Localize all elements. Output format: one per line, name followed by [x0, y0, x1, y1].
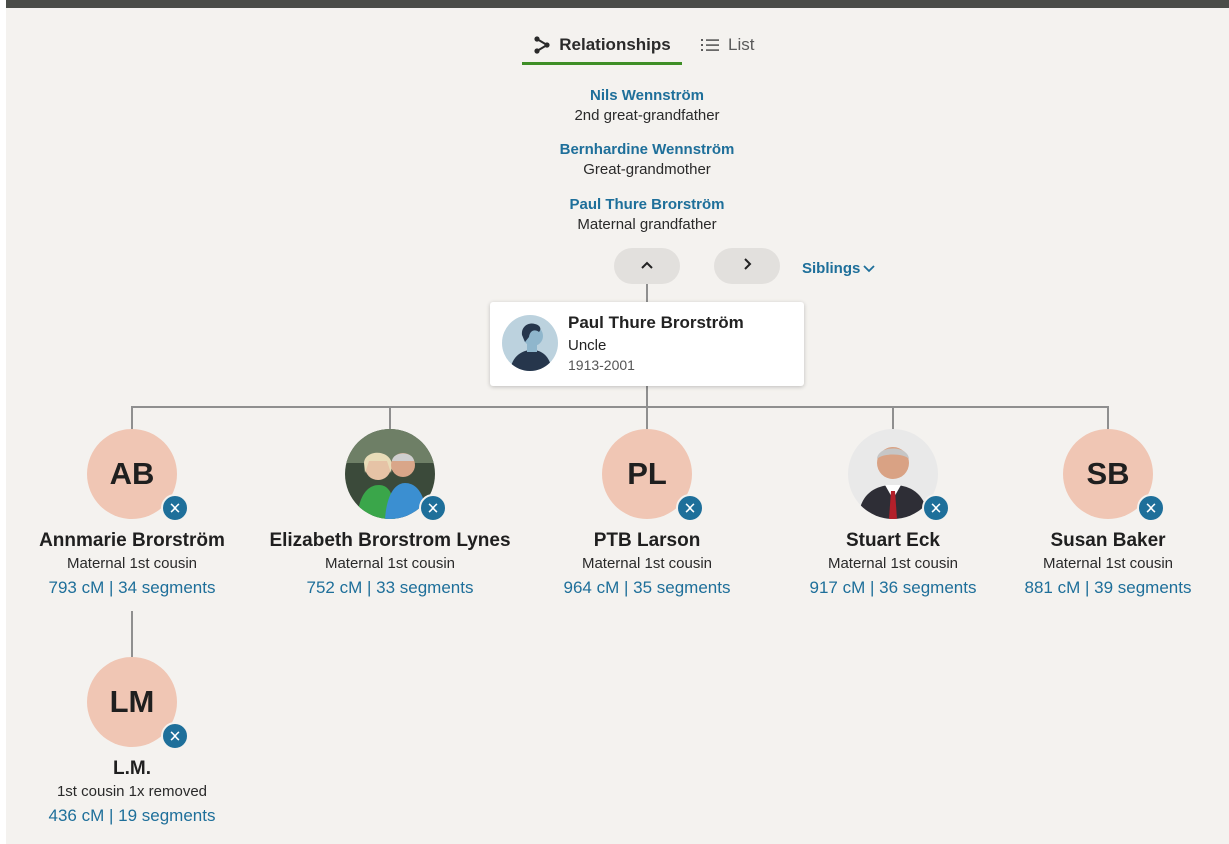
connector-line — [892, 406, 894, 430]
tab-list-label: List — [728, 35, 755, 54]
focus-person-years: 1913-2001 — [568, 357, 635, 373]
ancestor-name[interactable]: Paul Thure Brorström — [447, 196, 847, 213]
shared-dna-link[interactable]: 436 cM | 19 segments — [0, 806, 282, 826]
relative-relation: Maternal 1st cousin — [324, 555, 456, 572]
ancestor-item: Paul Thure Brorström Maternal grandfathe… — [447, 196, 847, 233]
ancestor-relation: Great-grandmother — [583, 161, 711, 178]
connector-line — [646, 406, 648, 430]
ancestor-item: Nils Wennström 2nd great-grandfather — [447, 87, 847, 124]
relative-name[interactable]: L.M. — [0, 758, 282, 780]
dna-icon — [419, 494, 447, 522]
dna-icon — [161, 722, 189, 750]
next-sibling-button[interactable] — [714, 248, 780, 284]
tab-list[interactable]: List — [700, 28, 766, 62]
focus-person-card[interactable]: Paul Thure Brorström Uncle 1913-2001 — [490, 302, 804, 386]
ancestor-name[interactable]: Bernhardine Wennström — [447, 141, 847, 158]
avatar — [502, 315, 558, 371]
connector-line — [131, 406, 133, 430]
connector-line — [389, 406, 391, 430]
dna-icon — [676, 494, 704, 522]
chevron-down-icon — [863, 260, 875, 277]
relative-relation: 1st cousin 1x removed — [56, 783, 208, 800]
relative-card: Elizabeth Brorstrom Lynes Maternal 1st c… — [240, 429, 540, 598]
tab-relationships-label: Relationships — [559, 35, 671, 54]
relationships-icon — [533, 36, 551, 54]
chevron-right-icon — [742, 257, 752, 276]
connector-line — [1107, 406, 1109, 430]
ancestor-name[interactable]: Nils Wennström — [447, 87, 847, 104]
ancestor-relation: Maternal grandfather — [577, 216, 717, 233]
top-bar — [0, 0, 1229, 8]
connector-line — [131, 611, 133, 657]
ancestor-item: Bernhardine Wennström Great-grandmother — [447, 141, 847, 178]
ancestor-relation: 2nd great-grandfather — [574, 107, 720, 124]
relative-card: SB Susan Baker Maternal 1st cousin 881 c… — [958, 429, 1229, 598]
connector-line — [646, 386, 648, 407]
relative-relation: Maternal 1st cousin — [1042, 555, 1174, 572]
list-icon — [700, 37, 720, 53]
siblings-label: Siblings — [802, 260, 861, 277]
focus-person-relation: Uncle — [568, 337, 607, 354]
go-up-button[interactable] — [614, 248, 680, 284]
dna-icon — [1137, 494, 1165, 522]
relative-name[interactable]: Susan Baker — [958, 530, 1229, 552]
chevron-up-icon — [640, 257, 654, 275]
focus-person-name: Paul Thure Brorström — [568, 313, 744, 332]
dna-icon — [922, 494, 950, 522]
view-tabs: Relationships List — [0, 28, 1229, 65]
shared-dna-link[interactable]: 881 cM | 39 segments — [958, 578, 1229, 598]
shared-dna-link[interactable]: 752 cM | 33 segments — [240, 578, 540, 598]
connector-line — [131, 406, 1109, 408]
relative-name[interactable]: Elizabeth Brorstrom Lynes — [240, 530, 540, 552]
tab-relationships[interactable]: Relationships — [522, 28, 682, 65]
connector-line — [646, 284, 648, 302]
dna-icon — [161, 494, 189, 522]
siblings-dropdown[interactable]: Siblings — [802, 260, 875, 277]
relative-card: LM L.M. 1st cousin 1x removed 436 cM | 1… — [0, 657, 282, 826]
